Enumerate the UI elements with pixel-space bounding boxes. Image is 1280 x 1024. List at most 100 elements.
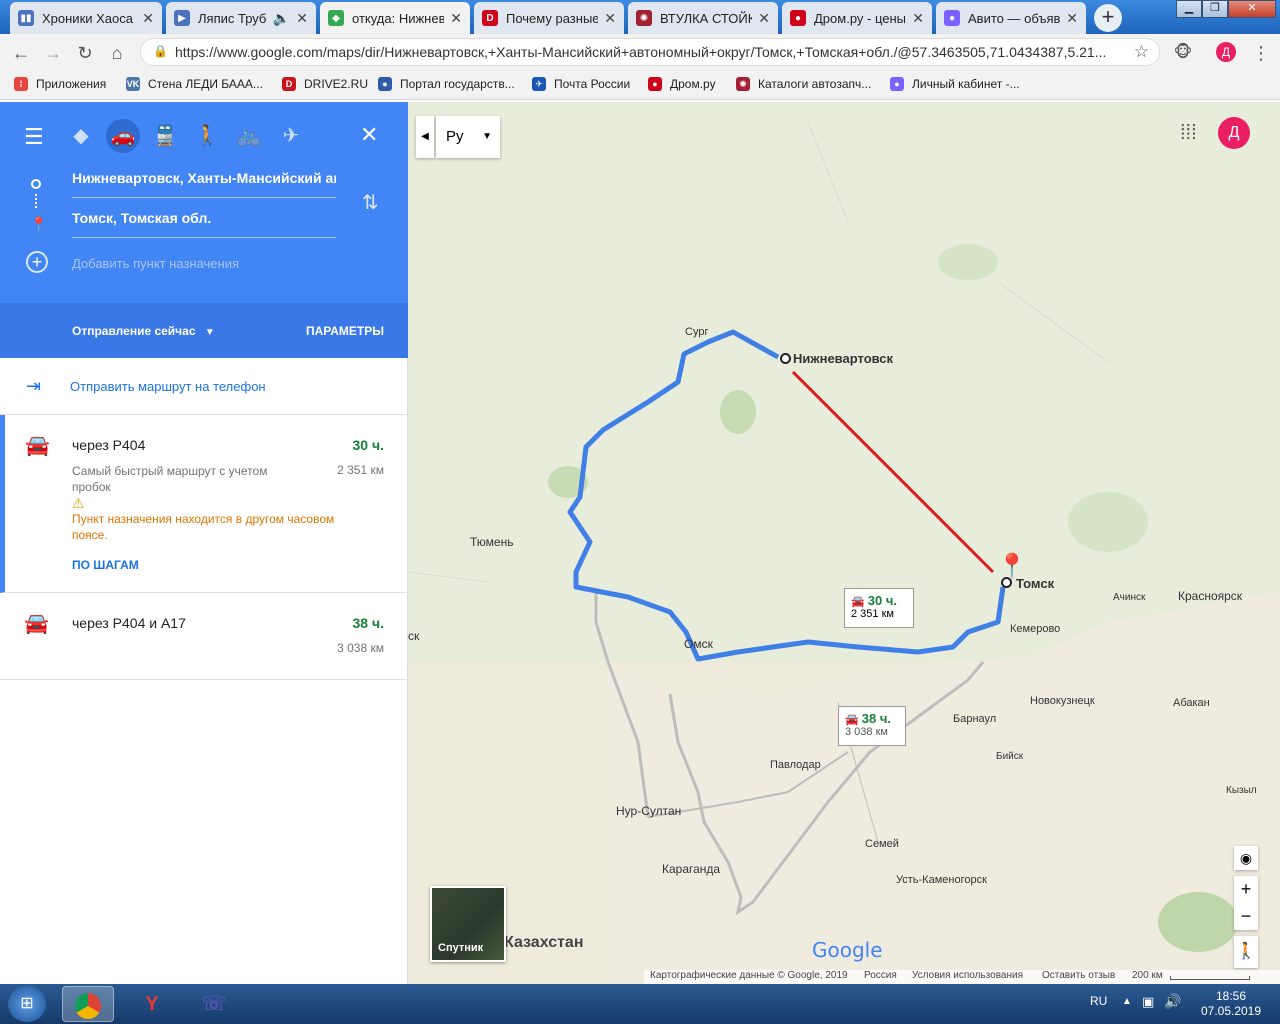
warning-icon: ⚠ bbox=[72, 495, 85, 511]
feedback-link[interactable]: Оставить отзыв bbox=[1042, 970, 1115, 981]
volume-icon[interactable]: 🔊 bbox=[1164, 993, 1181, 1010]
close-tab-icon[interactable]: ✕ bbox=[142, 10, 154, 27]
mode-best-icon[interactable]: ◆ bbox=[64, 119, 98, 153]
city-label-novokuznetsk: Новокузнецк bbox=[1030, 695, 1095, 707]
city-label-krasnoyarsk: Красноярск bbox=[1178, 589, 1243, 603]
map-svg bbox=[408, 102, 1280, 984]
tab-drive2[interactable]: D Почему разные ✕ bbox=[474, 2, 624, 34]
swap-icon[interactable]: ⇅ bbox=[362, 190, 379, 215]
tab-drom[interactable]: ● Дром.ру - цены ✕ bbox=[782, 2, 932, 34]
apps-grid-icon: ⁞ bbox=[14, 77, 28, 91]
yandex-taskbar-icon[interactable]: Y bbox=[126, 986, 178, 1022]
car-icon: 🚘 bbox=[851, 596, 865, 608]
forward-arrow-icon[interactable]: → bbox=[40, 40, 66, 66]
zoom-in-button[interactable]: + bbox=[1234, 876, 1258, 903]
tab-lyapis[interactable]: ▶ Ляпис Трубе 🔈 ✕ bbox=[166, 2, 316, 34]
destination-input[interactable]: Томск, Томская обл. bbox=[72, 210, 336, 238]
close-directions-icon[interactable]: ✕ bbox=[360, 122, 378, 148]
viber-taskbar-icon[interactable]: ☏ bbox=[188, 986, 240, 1022]
tray-expand-icon[interactable]: ▲ bbox=[1122, 996, 1132, 1007]
country-link[interactable]: Россия bbox=[864, 970, 897, 981]
clock[interactable]: 18:56 07.05.2019 bbox=[1196, 989, 1266, 1019]
city-label-surgut: Сург bbox=[685, 326, 709, 338]
maximize-button[interactable]: ❐ bbox=[1202, 0, 1228, 18]
departure-dropdown[interactable]: Отправление сейчас ▼ bbox=[72, 324, 215, 338]
destination-marker[interactable] bbox=[1001, 577, 1012, 588]
language-select[interactable]: Ру ▼ bbox=[436, 116, 500, 158]
start-button[interactable]: ⊞ bbox=[8, 986, 46, 1022]
route-bubble-fastest[interactable]: 🚘 30 ч. 2 351 км bbox=[844, 588, 914, 628]
satellite-toggle[interactable]: Спутник bbox=[430, 886, 506, 962]
extension-icon[interactable]: 🐵 bbox=[1170, 40, 1196, 66]
car-icon: 🚘 bbox=[24, 613, 49, 635]
directions-panel: ☰ ◆ 🚗 🚆 🚶 🚲 ✈ ✕ 📍 Нижневартовск, Ханты-М… bbox=[0, 102, 408, 984]
bookmark-pochta[interactable]: ✈ Почта России bbox=[532, 77, 630, 91]
my-location-icon[interactable]: ◉ bbox=[1234, 846, 1258, 870]
network-icon[interactable]: ▣ bbox=[1142, 994, 1154, 1010]
car-icon: 🚘 bbox=[25, 435, 50, 457]
origin-marker[interactable] bbox=[780, 353, 791, 364]
mode-car-icon[interactable]: 🚗 bbox=[106, 119, 140, 153]
mode-flight-icon[interactable]: ✈ bbox=[274, 119, 308, 153]
zoom-out-button[interactable]: − bbox=[1234, 903, 1258, 930]
apps-grid-icon[interactable]: ⁞⁞⁞ bbox=[1180, 122, 1197, 145]
route-bubble-alternate[interactable]: 🚘 38 ч. 3 038 км bbox=[838, 706, 906, 746]
close-window-button[interactable]: ✕ bbox=[1228, 0, 1276, 18]
close-tab-icon[interactable]: ✕ bbox=[1066, 10, 1078, 27]
send-to-phone-row[interactable]: ⇥ Отправить маршрут на телефон bbox=[0, 358, 408, 415]
tab-khroniki[interactable]: ▮▮ Хроники Хаоса ✕ bbox=[10, 2, 162, 34]
bookmark-drom[interactable]: ● Дром.ру bbox=[648, 77, 716, 91]
tab-vtulka[interactable]: ✺ ВТУЛКА СТОЙКИ ✕ bbox=[628, 2, 778, 34]
dropdown-arrow-icon: ▼ bbox=[204, 327, 215, 338]
address-bar[interactable]: 🔒 https://www.google.com/maps/dir/Нижнева… bbox=[140, 38, 1160, 66]
mode-transit-icon[interactable]: 🚆 bbox=[148, 119, 182, 153]
minimize-button[interactable]: ▁ bbox=[1176, 0, 1202, 18]
terms-link[interactable]: Условия использования bbox=[912, 970, 1023, 981]
bookmark-star-icon[interactable]: ☆ bbox=[1134, 42, 1149, 62]
reload-icon[interactable]: ↻ bbox=[72, 40, 98, 66]
options-button[interactable]: ПАРАМЕТРЫ bbox=[306, 324, 384, 338]
bookmark-drive2[interactable]: D DRIVE2.RU bbox=[282, 77, 368, 91]
close-tab-icon[interactable]: ✕ bbox=[450, 10, 462, 27]
bookmark-catalogs[interactable]: ✺ Каталоги автозапч... bbox=[736, 77, 871, 91]
tab-avito[interactable]: ● Авито — объяв ✕ bbox=[936, 2, 1086, 34]
tab-title: ВТУЛКА СТОЙКИ bbox=[660, 10, 753, 26]
mode-walk-icon[interactable]: 🚶 bbox=[190, 119, 224, 153]
menu-dots-icon[interactable]: ⋮ bbox=[1248, 40, 1274, 66]
hamburger-menu-icon[interactable]: ☰ bbox=[24, 124, 44, 150]
add-destination-icon[interactable]: + bbox=[26, 251, 48, 273]
account-avatar[interactable]: Д bbox=[1218, 117, 1250, 149]
exist-icon: ✺ bbox=[636, 10, 652, 26]
route-option-2[interactable]: 🚘 через Р404 и А17 38 ч. 3 038 км bbox=[0, 593, 408, 680]
tab-google-maps[interactable]: ◆ откуда: Нижнев ✕ bbox=[320, 2, 470, 34]
scale-label: 200 км bbox=[1132, 970, 1163, 981]
bookmark-gosuslugi[interactable]: ● Портал государств... bbox=[378, 77, 515, 91]
new-tab-button[interactable]: + bbox=[1094, 4, 1122, 32]
origin-input[interactable]: Нижневартовск, Ханты-Мансийский автономн… bbox=[72, 170, 336, 198]
route-distance: 3 038 км bbox=[337, 641, 384, 655]
back-arrow-icon[interactable]: ← bbox=[8, 40, 34, 66]
pegman-icon[interactable]: 🚶 bbox=[1234, 936, 1258, 968]
timezone-warning: Пункт назначения находится в другом часо… bbox=[72, 512, 335, 542]
route-via: через Р404 и А17 bbox=[72, 615, 186, 631]
steps-button[interactable]: ПО ШАГАМ bbox=[72, 558, 139, 572]
route-distance: 2 351 км bbox=[337, 463, 384, 477]
language-indicator[interactable]: RU bbox=[1090, 994, 1107, 1008]
collapse-panel-button[interactable]: ◀ bbox=[416, 116, 434, 158]
mode-bike-icon[interactable]: 🚲 bbox=[232, 119, 266, 153]
close-tab-icon[interactable]: ✕ bbox=[604, 10, 616, 27]
map-canvas[interactable]: ◀ Ру ▼ ⁞⁞⁞ Д Нижневартовск 📍 Томск Сург Т… bbox=[408, 102, 1280, 984]
close-tab-icon[interactable]: ✕ bbox=[912, 10, 924, 27]
bookmark-avito[interactable]: ● Личный кабинет -... bbox=[890, 77, 1020, 91]
profile-avatar[interactable]: Д bbox=[1216, 42, 1236, 62]
add-destination-label[interactable]: Добавить пункт назначения bbox=[72, 256, 239, 271]
home-icon[interactable]: ⌂ bbox=[104, 40, 130, 66]
clock-time: 18:56 bbox=[1215, 989, 1247, 1003]
route-option-1[interactable]: 🚘 через Р404 30 ч. 2 351 км Самый быстры… bbox=[0, 415, 408, 593]
bookmark-vk[interactable]: VK Стена ЛЕДИ БААА... bbox=[126, 77, 263, 91]
bookmark-apps[interactable]: ⁞ Приложения bbox=[14, 77, 106, 91]
close-tab-icon[interactable]: ✕ bbox=[296, 10, 308, 27]
chrome-taskbar-icon[interactable] bbox=[62, 986, 114, 1022]
close-tab-icon[interactable]: ✕ bbox=[758, 10, 770, 27]
send-to-phone-link[interactable]: Отправить маршрут на телефон bbox=[70, 379, 266, 394]
